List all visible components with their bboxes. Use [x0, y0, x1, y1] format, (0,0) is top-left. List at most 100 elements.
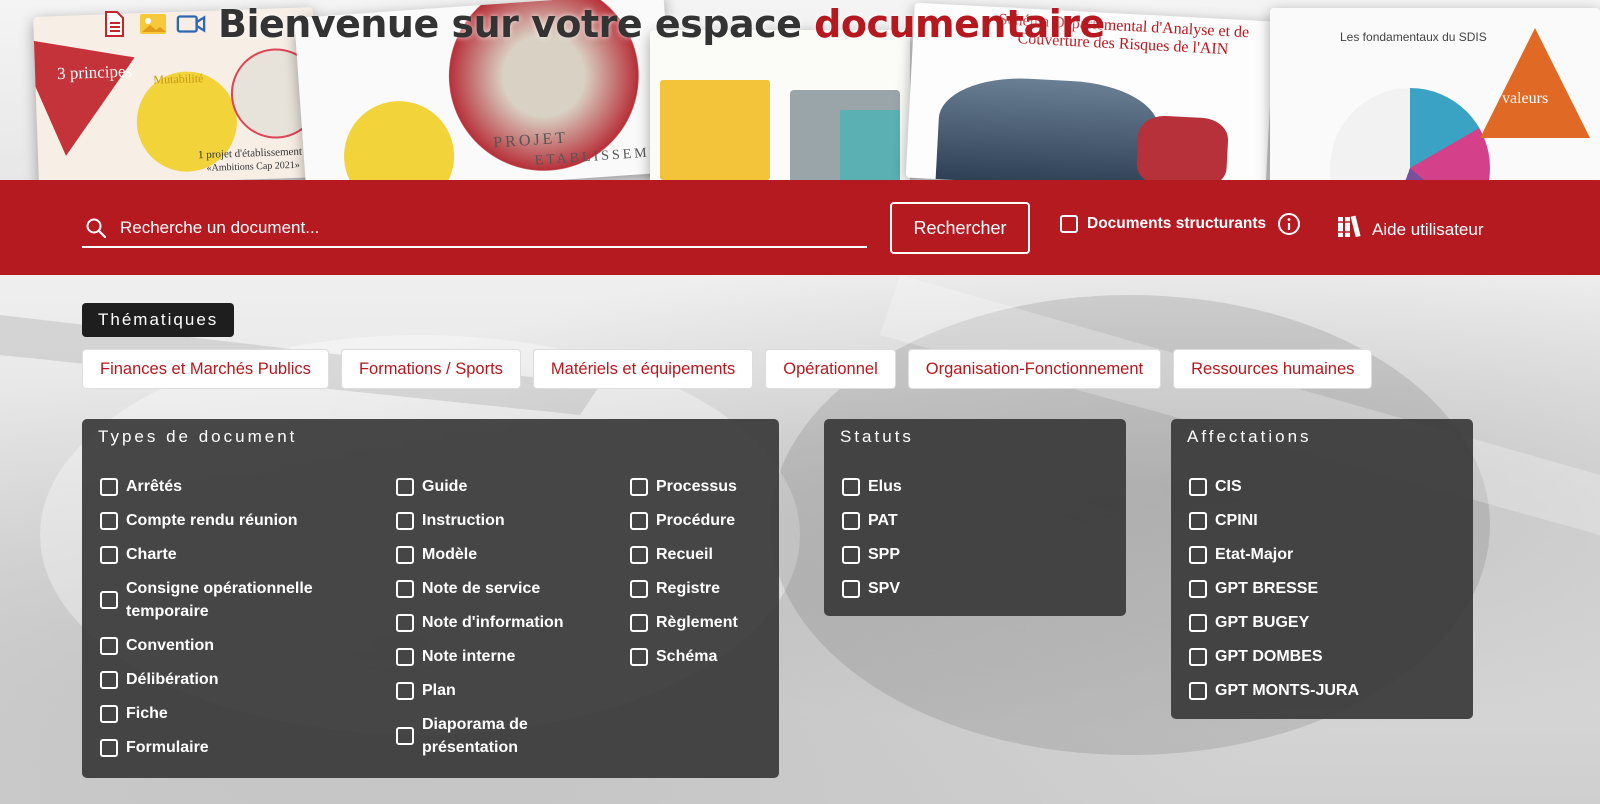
checkbox[interactable]: [1189, 579, 1207, 598]
filters-area: Thématiques Finances et Marchés Publics …: [0, 275, 1600, 804]
option-registre[interactable]: Registre: [630, 577, 720, 600]
checkbox[interactable]: [842, 579, 860, 598]
option-label: Note de service: [422, 580, 541, 597]
option-elus[interactable]: Elus: [842, 475, 902, 498]
page-title-main: Bienvenue sur votre espace: [218, 2, 815, 46]
option-label: Règlement: [656, 614, 738, 631]
checkbox[interactable]: [396, 681, 414, 700]
info-icon[interactable]: [1277, 212, 1301, 236]
chip-formations[interactable]: Formations / Sports: [340, 349, 521, 389]
option-note-service[interactable]: Note de service: [396, 577, 540, 600]
checkbox[interactable]: [630, 647, 648, 666]
option-modele[interactable]: Modèle: [396, 543, 477, 566]
checkbox[interactable]: [396, 727, 414, 745]
checkbox[interactable]: [100, 670, 118, 689]
checkbox[interactable]: [630, 477, 648, 496]
chip-materiels[interactable]: Matériels et équipements: [532, 349, 754, 389]
thematiques-label: Thématiques: [82, 303, 235, 337]
banner-card-strategie: [650, 30, 910, 180]
documents-structurants-checkbox[interactable]: [1060, 215, 1078, 233]
option-instruction[interactable]: Instruction: [396, 509, 505, 532]
option-pat[interactable]: PAT: [842, 509, 898, 532]
option-formulaire[interactable]: Formulaire: [100, 736, 209, 759]
option-note-interne[interactable]: Note interne: [396, 645, 515, 668]
option-spv[interactable]: SPV: [842, 577, 900, 600]
checkbox[interactable]: [1189, 477, 1207, 496]
option-label: SPP: [868, 546, 901, 563]
option-label: Guide: [422, 478, 468, 495]
panel-types-document: Types de document Arrêtés Compte rendu r…: [82, 419, 779, 778]
checkbox[interactable]: [396, 613, 414, 632]
option-gpt-bugey[interactable]: GPT BUGEY: [1189, 611, 1309, 634]
option-label: CPINI: [1215, 512, 1258, 529]
checkbox[interactable]: [842, 545, 860, 564]
checkbox[interactable]: [630, 545, 648, 564]
banner-principes-text: 3 principes: [56, 61, 133, 84]
panel-affectations: Affectations CIS CPINI Etat-Major GPT BR…: [1171, 419, 1473, 719]
option-label: PAT: [868, 512, 898, 529]
checkbox[interactable]: [396, 647, 414, 666]
chip-finances[interactable]: Finances et Marchés Publics: [82, 349, 329, 389]
option-plan[interactable]: Plan: [396, 679, 456, 702]
checkbox[interactable]: [100, 738, 118, 757]
option-diaporama[interactable]: Diaporama de présentation: [396, 713, 556, 759]
checkbox[interactable]: [396, 511, 414, 530]
panel-types-title: Types de document: [98, 427, 298, 446]
option-compte-rendu[interactable]: Compte rendu réunion: [100, 509, 298, 532]
chip-organisation[interactable]: Organisation-Fonctionnement: [907, 349, 1162, 389]
option-consigne[interactable]: Consigne opérationnelle temporaire: [100, 577, 340, 623]
option-cpini[interactable]: CPINI: [1189, 509, 1258, 532]
checkbox[interactable]: [396, 579, 414, 598]
option-label: Diaporama de présentation: [422, 716, 528, 756]
checkbox[interactable]: [630, 613, 648, 632]
checkbox[interactable]: [1189, 545, 1207, 564]
option-procedure[interactable]: Procédure: [630, 509, 735, 532]
chip-ressources-humaines[interactable]: Ressources humaines: [1173, 349, 1373, 389]
chip-operationnel[interactable]: Opérationnel: [765, 349, 896, 389]
option-processus[interactable]: Processus: [630, 475, 737, 498]
option-gpt-dombes[interactable]: GPT DOMBES: [1189, 645, 1323, 668]
checkbox[interactable]: [1189, 647, 1207, 666]
option-label: Instruction: [422, 512, 505, 529]
checkbox[interactable]: [396, 545, 414, 564]
help-label: Aide utilisateur: [1372, 219, 1484, 239]
help-link[interactable]: Aide utilisateur: [1336, 214, 1484, 245]
checkbox[interactable]: [100, 511, 118, 530]
option-convention[interactable]: Convention: [100, 634, 214, 657]
option-label: GPT MONTS-JURA: [1215, 682, 1359, 699]
option-arretes[interactable]: Arrêtés: [100, 475, 182, 498]
checkbox[interactable]: [100, 591, 118, 609]
checkbox[interactable]: [1189, 613, 1207, 632]
checkbox[interactable]: [842, 477, 860, 496]
checkbox[interactable]: [1189, 681, 1207, 700]
option-recueil[interactable]: Recueil: [630, 543, 713, 566]
video-icon: [176, 10, 206, 38]
option-fiche[interactable]: Fiche: [100, 702, 168, 725]
checkbox[interactable]: [100, 477, 118, 496]
option-gpt-bresse[interactable]: GPT BRESSE: [1189, 577, 1318, 600]
checkbox[interactable]: [630, 511, 648, 530]
checkbox[interactable]: [1189, 511, 1207, 530]
option-spp[interactable]: SPP: [842, 543, 900, 566]
option-charte[interactable]: Charte: [100, 543, 177, 566]
checkbox[interactable]: [396, 477, 414, 496]
checkbox[interactable]: [630, 579, 648, 598]
checkbox[interactable]: [100, 704, 118, 723]
option-gpt-monts-jura[interactable]: GPT MONTS-JURA: [1189, 679, 1359, 702]
option-deliberation[interactable]: Délibération: [100, 668, 218, 691]
documents-structurants-toggle[interactable]: Documents structurants: [1060, 212, 1301, 236]
option-reglement[interactable]: Règlement: [630, 611, 738, 634]
checkbox[interactable]: [842, 511, 860, 530]
image-icon: [138, 10, 168, 38]
search-button[interactable]: Rechercher: [890, 202, 1030, 254]
option-guide[interactable]: Guide: [396, 475, 467, 498]
option-cis[interactable]: CIS: [1189, 475, 1242, 498]
checkbox[interactable]: [100, 636, 118, 655]
option-schema[interactable]: Schéma: [630, 645, 717, 668]
option-label: Formulaire: [126, 739, 209, 756]
search-input[interactable]: [108, 218, 867, 238]
option-etat-major[interactable]: Etat-Major: [1189, 543, 1293, 566]
option-note-information[interactable]: Note d'information: [396, 611, 564, 634]
checkbox[interactable]: [100, 545, 118, 564]
page-header: Bienvenue sur votre espace documentaire: [100, 2, 1105, 46]
